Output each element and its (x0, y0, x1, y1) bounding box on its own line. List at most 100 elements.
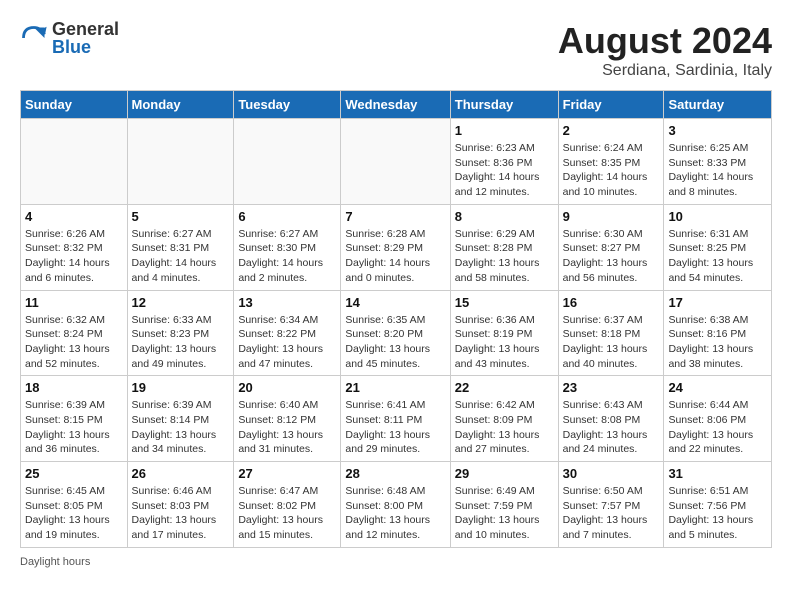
day-info: Sunrise: 6:42 AM Sunset: 8:09 PM Dayligh… (455, 398, 554, 457)
day-info: Sunrise: 6:48 AM Sunset: 8:00 PM Dayligh… (345, 484, 445, 543)
logo-text: General Blue (52, 20, 119, 56)
logo-general: General (52, 20, 119, 38)
month-year-title: August 2024 (558, 20, 772, 62)
day-info: Sunrise: 6:34 AM Sunset: 8:22 PM Dayligh… (238, 313, 336, 372)
day-info: Sunrise: 6:28 AM Sunset: 8:29 PM Dayligh… (345, 227, 445, 286)
calendar-header-monday: Monday (127, 91, 234, 119)
calendar-cell: 12Sunrise: 6:33 AM Sunset: 8:23 PM Dayli… (127, 290, 234, 376)
calendar-cell: 1Sunrise: 6:23 AM Sunset: 8:36 PM Daylig… (450, 119, 558, 205)
day-number: 8 (455, 209, 554, 224)
day-number: 2 (563, 123, 660, 138)
day-info: Sunrise: 6:30 AM Sunset: 8:27 PM Dayligh… (563, 227, 660, 286)
day-number: 17 (668, 295, 767, 310)
calendar-cell: 9 Sunrise: 6:30 AM Sunset: 8:27 PM Daylig… (558, 204, 664, 290)
calendar-cell: 16 Sunrise: 6:37 AM Sunset: 8:18 PM Dayli… (558, 290, 664, 376)
day-info: Sunrise: 6:24 AM Sunset: 8:35 PM Dayligh… (563, 141, 660, 200)
calendar-cell: 5 Sunrise: 6:27 AM Sunset: 8:31 PM Daylig… (127, 204, 234, 290)
day-number: 16 (563, 295, 660, 310)
day-info: Sunrise: 6:23 AM Sunset: 8:36 PM Dayligh… (455, 141, 554, 200)
calendar-header-saturday: Saturday (664, 91, 772, 119)
calendar-cell: 31 Sunrise: 6:51 AM Sunset: 7:56 PM Dayli… (664, 462, 772, 548)
day-info: Sunrise: 6:37 AM Sunset: 8:18 PM Dayligh… (563, 313, 660, 372)
day-number: 27 (238, 466, 336, 481)
day-number: 12 (132, 295, 230, 310)
calendar-cell: 2 Sunrise: 6:24 AM Sunset: 8:35 PM Daylig… (558, 119, 664, 205)
calendar-week-2: 11 Sunrise: 6:32 AM Sunset: 8:24 PM Dayli… (21, 290, 772, 376)
logo: General Blue (20, 20, 119, 56)
day-info: Sunrise: 6:35 AM Sunset: 8:20 PM Dayligh… (345, 313, 445, 372)
day-number: 4 (25, 209, 123, 224)
day-number: 5 (132, 209, 230, 224)
day-info: Sunrise: 6:44 AM Sunset: 8:06 PM Dayligh… (668, 398, 767, 457)
calendar-cell: 27 Sunrise: 6:47 AM Sunset: 8:02 PM Dayli… (234, 462, 341, 548)
calendar-cell: 11 Sunrise: 6:32 AM Sunset: 8:24 PM Dayli… (21, 290, 128, 376)
calendar-cell: 6Sunrise: 6:27 AM Sunset: 8:30 PM Daylig… (234, 204, 341, 290)
calendar-cell: 4 Sunrise: 6:26 AM Sunset: 8:32 PM Daylig… (21, 204, 128, 290)
day-number: 13 (238, 295, 336, 310)
calendar-week-3: 18 Sunrise: 6:39 AM Sunset: 8:15 PM Dayli… (21, 376, 772, 462)
calendar-cell (127, 119, 234, 205)
day-number: 7 (345, 209, 445, 224)
day-number: 31 (668, 466, 767, 481)
day-info: Sunrise: 6:46 AM Sunset: 8:03 PM Dayligh… (132, 484, 230, 543)
day-number: 22 (455, 380, 554, 395)
day-number: 15 (455, 295, 554, 310)
day-number: 3 (668, 123, 767, 138)
footer-note: Daylight hours (20, 556, 772, 568)
location-subtitle: Serdiana, Sardinia, Italy (558, 62, 772, 80)
calendar-cell: 7 Sunrise: 6:28 AM Sunset: 8:29 PM Daylig… (341, 204, 450, 290)
day-number: 18 (25, 380, 123, 395)
day-info: Sunrise: 6:50 AM Sunset: 7:57 PM Dayligh… (563, 484, 660, 543)
calendar-header-wednesday: Wednesday (341, 91, 450, 119)
calendar-cell: 29Sunrise: 6:49 AM Sunset: 7:59 PM Dayli… (450, 462, 558, 548)
day-number: 28 (345, 466, 445, 481)
day-info: Sunrise: 6:47 AM Sunset: 8:02 PM Dayligh… (238, 484, 336, 543)
day-info: Sunrise: 6:27 AM Sunset: 8:31 PM Dayligh… (132, 227, 230, 286)
day-info: Sunrise: 6:38 AM Sunset: 8:16 PM Dayligh… (668, 313, 767, 372)
calendar-cell: 15Sunrise: 6:36 AM Sunset: 8:19 PM Dayli… (450, 290, 558, 376)
day-number: 25 (25, 466, 123, 481)
day-number: 30 (563, 466, 660, 481)
day-number: 21 (345, 380, 445, 395)
calendar-cell: 17 Sunrise: 6:38 AM Sunset: 8:16 PM Dayli… (664, 290, 772, 376)
calendar-week-1: 4 Sunrise: 6:26 AM Sunset: 8:32 PM Daylig… (21, 204, 772, 290)
calendar-cell: 10Sunrise: 6:31 AM Sunset: 8:25 PM Dayli… (664, 204, 772, 290)
day-info: Sunrise: 6:43 AM Sunset: 8:08 PM Dayligh… (563, 398, 660, 457)
day-number: 24 (668, 380, 767, 395)
day-info: Sunrise: 6:51 AM Sunset: 7:56 PM Dayligh… (668, 484, 767, 543)
day-number: 20 (238, 380, 336, 395)
day-number: 19 (132, 380, 230, 395)
calendar-header-tuesday: Tuesday (234, 91, 341, 119)
calendar-cell: 28 Sunrise: 6:48 AM Sunset: 8:00 PM Dayli… (341, 462, 450, 548)
calendar-table: SundayMondayTuesdayWednesdayThursdayFrid… (20, 90, 772, 548)
calendar-header-sunday: Sunday (21, 91, 128, 119)
day-number: 14 (345, 295, 445, 310)
day-number: 11 (25, 295, 123, 310)
day-info: Sunrise: 6:32 AM Sunset: 8:24 PM Dayligh… (25, 313, 123, 372)
day-info: Sunrise: 6:31 AM Sunset: 8:25 PM Dayligh… (668, 227, 767, 286)
day-info: Sunrise: 6:41 AM Sunset: 8:11 PM Dayligh… (345, 398, 445, 457)
day-number: 26 (132, 466, 230, 481)
day-info: Sunrise: 6:29 AM Sunset: 8:28 PM Dayligh… (455, 227, 554, 286)
calendar-cell (341, 119, 450, 205)
calendar-cell: 20 Sunrise: 6:40 AM Sunset: 8:12 PM Dayli… (234, 376, 341, 462)
day-info: Sunrise: 6:39 AM Sunset: 8:15 PM Dayligh… (25, 398, 123, 457)
calendar-cell: 21 Sunrise: 6:41 AM Sunset: 8:11 PM Dayli… (341, 376, 450, 462)
day-info: Sunrise: 6:25 AM Sunset: 8:33 PM Dayligh… (668, 141, 767, 200)
day-info: Sunrise: 6:26 AM Sunset: 8:32 PM Dayligh… (25, 227, 123, 286)
page-header: General Blue August 2024 Serdiana, Sardi… (20, 20, 772, 80)
calendar-cell: 19 Sunrise: 6:39 AM Sunset: 8:14 PM Dayli… (127, 376, 234, 462)
daylight-hours-label: Daylight hours (20, 556, 90, 568)
day-number: 9 (563, 209, 660, 224)
calendar-cell (21, 119, 128, 205)
calendar-cell: 22 Sunrise: 6:42 AM Sunset: 8:09 PM Dayli… (450, 376, 558, 462)
calendar-cell: 14 Sunrise: 6:35 AM Sunset: 8:20 PM Dayli… (341, 290, 450, 376)
calendar-cell: 24 Sunrise: 6:44 AM Sunset: 8:06 PM Dayli… (664, 376, 772, 462)
day-info: Sunrise: 6:39 AM Sunset: 8:14 PM Dayligh… (132, 398, 230, 457)
logo-icon (20, 24, 48, 52)
calendar-cell: 26 Sunrise: 6:46 AM Sunset: 8:03 PM Dayli… (127, 462, 234, 548)
calendar-cell: 18 Sunrise: 6:39 AM Sunset: 8:15 PM Dayli… (21, 376, 128, 462)
calendar-cell: 13 Sunrise: 6:34 AM Sunset: 8:22 PM Dayli… (234, 290, 341, 376)
day-info: Sunrise: 6:40 AM Sunset: 8:12 PM Dayligh… (238, 398, 336, 457)
calendar-cell: 8 Sunrise: 6:29 AM Sunset: 8:28 PM Daylig… (450, 204, 558, 290)
